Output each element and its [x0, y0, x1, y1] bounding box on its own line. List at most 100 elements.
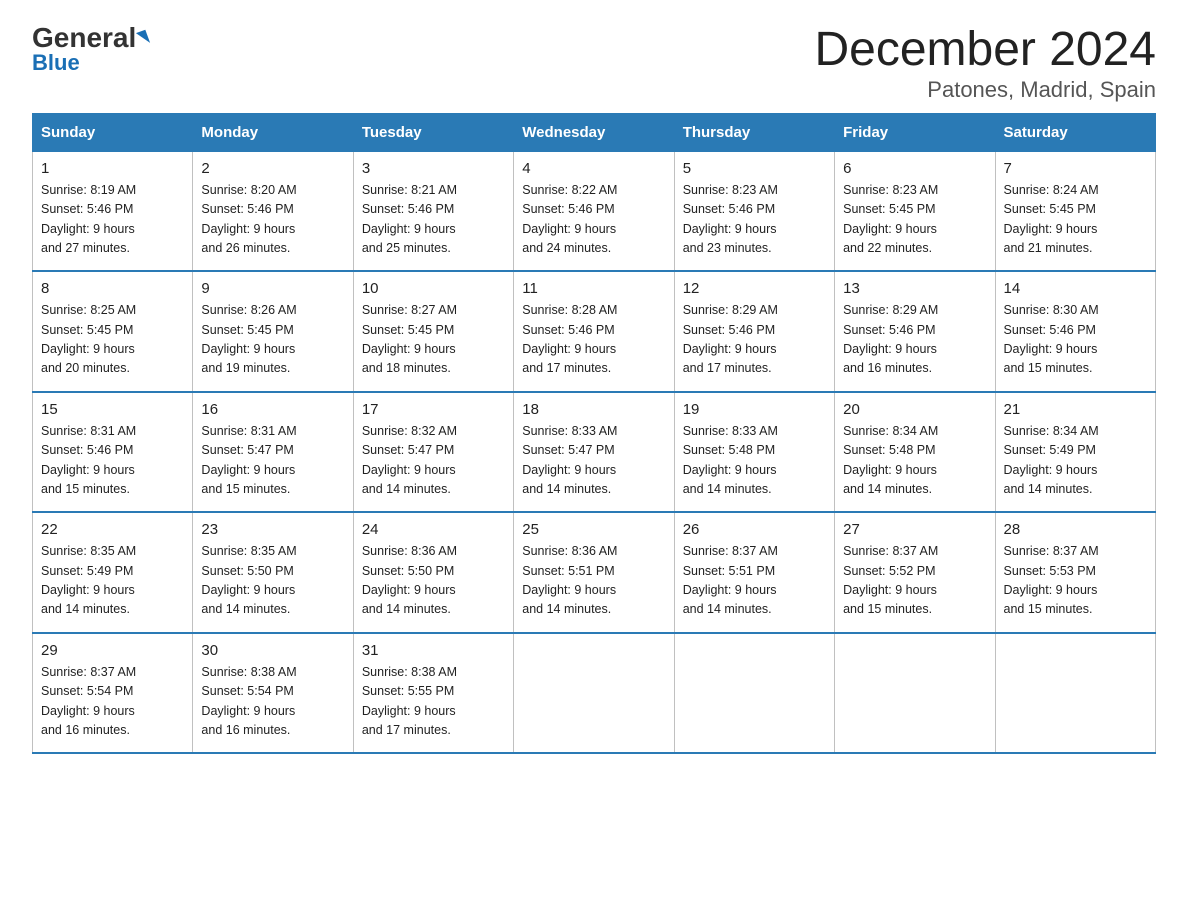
day-number: 21	[1004, 401, 1147, 418]
day-info: Sunrise: 8:22 AMSunset: 5:46 PMDaylight:…	[522, 183, 617, 255]
day-number: 26	[683, 521, 826, 538]
calendar-cell: 20 Sunrise: 8:34 AMSunset: 5:48 PMDaylig…	[835, 392, 995, 513]
day-number: 23	[201, 521, 344, 538]
day-info: Sunrise: 8:31 AMSunset: 5:46 PMDaylight:…	[41, 424, 136, 496]
calendar-cell: 13 Sunrise: 8:29 AMSunset: 5:46 PMDaylig…	[835, 271, 995, 392]
day-info: Sunrise: 8:23 AMSunset: 5:46 PMDaylight:…	[683, 183, 778, 255]
day-number: 7	[1004, 160, 1147, 177]
day-info: Sunrise: 8:37 AMSunset: 5:53 PMDaylight:…	[1004, 544, 1099, 616]
day-number: 17	[362, 401, 505, 418]
day-info: Sunrise: 8:28 AMSunset: 5:46 PMDaylight:…	[522, 303, 617, 375]
day-info: Sunrise: 8:23 AMSunset: 5:45 PMDaylight:…	[843, 183, 938, 255]
calendar-cell	[835, 633, 995, 754]
calendar-cell: 21 Sunrise: 8:34 AMSunset: 5:49 PMDaylig…	[995, 392, 1155, 513]
logo-general-text: General	[32, 24, 148, 52]
day-info: Sunrise: 8:37 AMSunset: 5:51 PMDaylight:…	[683, 544, 778, 616]
title-block: December 2024 Patones, Madrid, Spain	[814, 24, 1156, 103]
day-info: Sunrise: 8:36 AMSunset: 5:50 PMDaylight:…	[362, 544, 457, 616]
day-number: 28	[1004, 521, 1147, 538]
calendar-cell: 14 Sunrise: 8:30 AMSunset: 5:46 PMDaylig…	[995, 271, 1155, 392]
logo: General Blue	[32, 24, 148, 74]
day-number: 24	[362, 521, 505, 538]
day-info: Sunrise: 8:35 AMSunset: 5:49 PMDaylight:…	[41, 544, 136, 616]
calendar-cell: 4 Sunrise: 8:22 AMSunset: 5:46 PMDayligh…	[514, 151, 674, 271]
calendar-week-row: 22 Sunrise: 8:35 AMSunset: 5:49 PMDaylig…	[33, 512, 1156, 633]
day-info: Sunrise: 8:29 AMSunset: 5:46 PMDaylight:…	[843, 303, 938, 375]
calendar-cell: 19 Sunrise: 8:33 AMSunset: 5:48 PMDaylig…	[674, 392, 834, 513]
day-number: 2	[201, 160, 344, 177]
logo-blue-text: Blue	[32, 52, 80, 74]
header-thursday: Thursday	[674, 113, 834, 151]
day-info: Sunrise: 8:30 AMSunset: 5:46 PMDaylight:…	[1004, 303, 1099, 375]
calendar-cell: 31 Sunrise: 8:38 AMSunset: 5:55 PMDaylig…	[353, 633, 513, 754]
calendar-cell: 18 Sunrise: 8:33 AMSunset: 5:47 PMDaylig…	[514, 392, 674, 513]
day-info: Sunrise: 8:36 AMSunset: 5:51 PMDaylight:…	[522, 544, 617, 616]
calendar-header-row: SundayMondayTuesdayWednesdayThursdayFrid…	[33, 113, 1156, 151]
calendar-cell: 7 Sunrise: 8:24 AMSunset: 5:45 PMDayligh…	[995, 151, 1155, 271]
day-info: Sunrise: 8:21 AMSunset: 5:46 PMDaylight:…	[362, 183, 457, 255]
header-friday: Friday	[835, 113, 995, 151]
day-number: 15	[41, 401, 184, 418]
day-number: 1	[41, 160, 184, 177]
day-number: 14	[1004, 280, 1147, 297]
calendar-cell: 16 Sunrise: 8:31 AMSunset: 5:47 PMDaylig…	[193, 392, 353, 513]
day-info: Sunrise: 8:31 AMSunset: 5:47 PMDaylight:…	[201, 424, 296, 496]
day-number: 10	[362, 280, 505, 297]
day-number: 8	[41, 280, 184, 297]
calendar-cell: 1 Sunrise: 8:19 AMSunset: 5:46 PMDayligh…	[33, 151, 193, 271]
calendar-cell: 29 Sunrise: 8:37 AMSunset: 5:54 PMDaylig…	[33, 633, 193, 754]
calendar-week-row: 29 Sunrise: 8:37 AMSunset: 5:54 PMDaylig…	[33, 633, 1156, 754]
header-tuesday: Tuesday	[353, 113, 513, 151]
day-info: Sunrise: 8:27 AMSunset: 5:45 PMDaylight:…	[362, 303, 457, 375]
day-info: Sunrise: 8:37 AMSunset: 5:54 PMDaylight:…	[41, 665, 136, 737]
day-number: 20	[843, 401, 986, 418]
calendar-table: SundayMondayTuesdayWednesdayThursdayFrid…	[32, 113, 1156, 755]
header-sunday: Sunday	[33, 113, 193, 151]
calendar-cell: 22 Sunrise: 8:35 AMSunset: 5:49 PMDaylig…	[33, 512, 193, 633]
day-number: 27	[843, 521, 986, 538]
calendar-cell: 28 Sunrise: 8:37 AMSunset: 5:53 PMDaylig…	[995, 512, 1155, 633]
calendar-cell: 12 Sunrise: 8:29 AMSunset: 5:46 PMDaylig…	[674, 271, 834, 392]
header-saturday: Saturday	[995, 113, 1155, 151]
calendar-cell: 23 Sunrise: 8:35 AMSunset: 5:50 PMDaylig…	[193, 512, 353, 633]
calendar-cell: 10 Sunrise: 8:27 AMSunset: 5:45 PMDaylig…	[353, 271, 513, 392]
calendar-cell: 11 Sunrise: 8:28 AMSunset: 5:46 PMDaylig…	[514, 271, 674, 392]
day-info: Sunrise: 8:34 AMSunset: 5:48 PMDaylight:…	[843, 424, 938, 496]
calendar-cell: 9 Sunrise: 8:26 AMSunset: 5:45 PMDayligh…	[193, 271, 353, 392]
calendar-cell: 30 Sunrise: 8:38 AMSunset: 5:54 PMDaylig…	[193, 633, 353, 754]
day-number: 29	[41, 642, 184, 659]
calendar-title: December 2024	[814, 24, 1156, 77]
calendar-week-row: 8 Sunrise: 8:25 AMSunset: 5:45 PMDayligh…	[33, 271, 1156, 392]
calendar-cell: 24 Sunrise: 8:36 AMSunset: 5:50 PMDaylig…	[353, 512, 513, 633]
day-info: Sunrise: 8:26 AMSunset: 5:45 PMDaylight:…	[201, 303, 296, 375]
calendar-cell: 27 Sunrise: 8:37 AMSunset: 5:52 PMDaylig…	[835, 512, 995, 633]
calendar-cell: 15 Sunrise: 8:31 AMSunset: 5:46 PMDaylig…	[33, 392, 193, 513]
day-number: 30	[201, 642, 344, 659]
logo-triangle-icon	[136, 29, 150, 46]
day-info: Sunrise: 8:34 AMSunset: 5:49 PMDaylight:…	[1004, 424, 1099, 496]
calendar-cell: 3 Sunrise: 8:21 AMSunset: 5:46 PMDayligh…	[353, 151, 513, 271]
day-info: Sunrise: 8:29 AMSunset: 5:46 PMDaylight:…	[683, 303, 778, 375]
calendar-week-row: 1 Sunrise: 8:19 AMSunset: 5:46 PMDayligh…	[33, 151, 1156, 271]
page-header: General Blue December 2024 Patones, Madr…	[32, 24, 1156, 103]
day-number: 4	[522, 160, 665, 177]
calendar-cell: 6 Sunrise: 8:23 AMSunset: 5:45 PMDayligh…	[835, 151, 995, 271]
day-number: 6	[843, 160, 986, 177]
day-number: 19	[683, 401, 826, 418]
day-info: Sunrise: 8:24 AMSunset: 5:45 PMDaylight:…	[1004, 183, 1099, 255]
day-number: 31	[362, 642, 505, 659]
day-info: Sunrise: 8:33 AMSunset: 5:47 PMDaylight:…	[522, 424, 617, 496]
day-number: 12	[683, 280, 826, 297]
day-info: Sunrise: 8:25 AMSunset: 5:45 PMDaylight:…	[41, 303, 136, 375]
calendar-cell	[674, 633, 834, 754]
calendar-week-row: 15 Sunrise: 8:31 AMSunset: 5:46 PMDaylig…	[33, 392, 1156, 513]
day-number: 11	[522, 280, 665, 297]
calendar-cell: 17 Sunrise: 8:32 AMSunset: 5:47 PMDaylig…	[353, 392, 513, 513]
day-number: 3	[362, 160, 505, 177]
day-number: 16	[201, 401, 344, 418]
day-number: 9	[201, 280, 344, 297]
day-number: 25	[522, 521, 665, 538]
calendar-cell	[514, 633, 674, 754]
day-info: Sunrise: 8:32 AMSunset: 5:47 PMDaylight:…	[362, 424, 457, 496]
day-info: Sunrise: 8:38 AMSunset: 5:55 PMDaylight:…	[362, 665, 457, 737]
